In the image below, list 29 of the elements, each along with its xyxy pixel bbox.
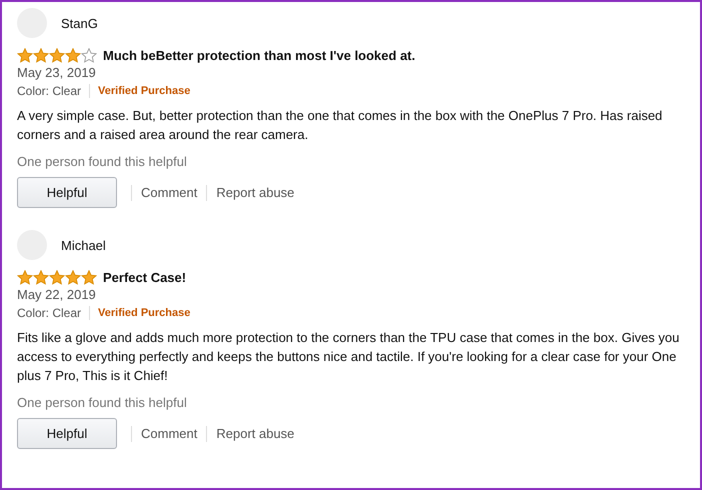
review-title: Much beBetter protection than most I've looked at. (103, 48, 416, 63)
helpful-count: One person found this helpful (17, 395, 188, 410)
review-date: May 22, 2019 (17, 287, 97, 302)
star-filled-icon (17, 270, 33, 285)
review-date: May 23, 2019 (17, 65, 97, 80)
review-body: Fits like a glove and adds much more protection to the corners than the TPU case that comes in the box. Gives you access to everything perfectly and keeps the buttons nice and tactile. If you're looking for a clear case for your One plus 7 Pro, This is it Chief! (17, 329, 680, 385)
report-abuse-link[interactable]: Report abuse (206, 426, 304, 442)
review-body: A very simple case. But, better protection than the one that comes in the box with the OnePlus 7 Pro. Has raised corners and a raised area around the rear camera. (17, 107, 664, 144)
star-filled-icon (33, 270, 49, 285)
verified-purchase-label: Verified Purchase (97, 307, 190, 319)
star-filled-icon (65, 48, 81, 63)
star-filled-icon (65, 270, 81, 285)
star-filled-icon (17, 48, 33, 63)
report-abuse-link[interactable]: Report abuse (206, 184, 304, 200)
reviewer-name: Michael (61, 238, 106, 252)
review-title: Perfect Case! (103, 270, 186, 285)
product-variant: Color: Clear (17, 84, 90, 98)
comment-link[interactable]: Comment (131, 184, 206, 200)
comment-link[interactable]: Comment (131, 426, 206, 442)
star-filled-icon (49, 48, 65, 63)
star-filled-icon (81, 270, 97, 285)
star-filled-icon (33, 48, 49, 63)
reviewer-name: StanG (61, 16, 98, 30)
star-filled-icon (49, 270, 65, 285)
verified-purchase-label: Verified Purchase (97, 85, 190, 97)
product-variant: Color: Clear (17, 306, 90, 320)
helpful-button[interactable]: Helpful (17, 418, 117, 449)
helpful-button[interactable]: Helpful (17, 177, 117, 208)
helpful-count: One person found this helpful (17, 154, 188, 169)
